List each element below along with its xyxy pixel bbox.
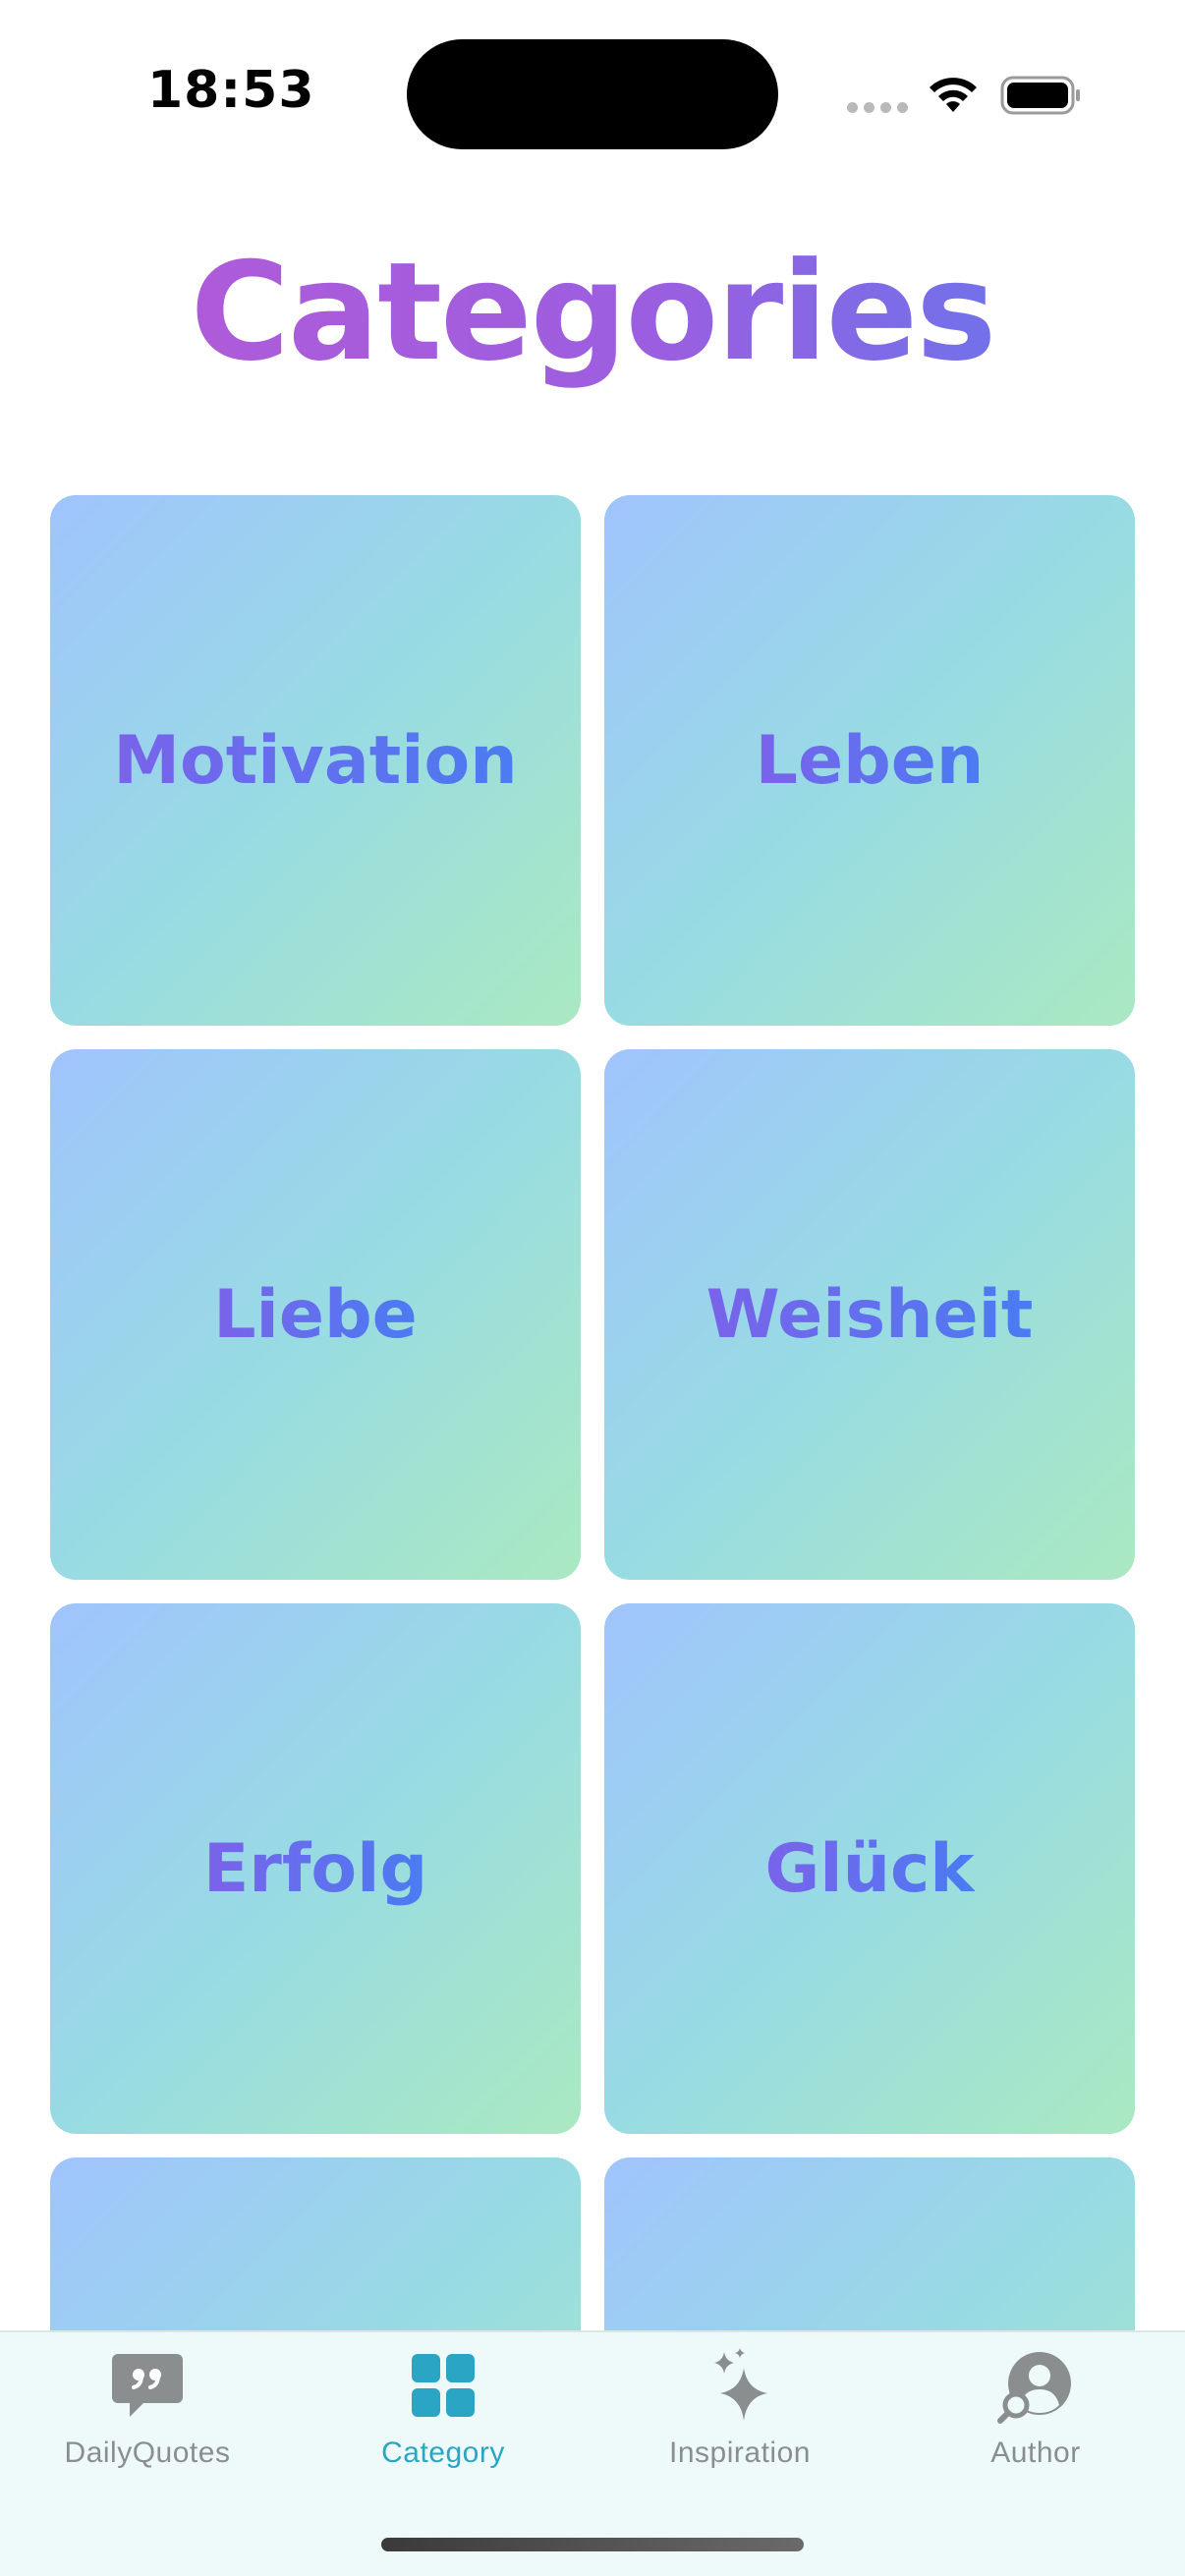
sparkles-icon	[714, 2348, 767, 2421]
tab-label: DailyQuotes	[64, 2436, 231, 2469]
tab-label: Inspiration	[669, 2436, 811, 2469]
tab-dailyquotes[interactable]: DailyQuotes	[0, 2346, 295, 2493]
tab-label: Author	[990, 2436, 1081, 2469]
status-time: 18:53	[147, 61, 315, 120]
category-label: Weisheit	[705, 1275, 1034, 1354]
home-indicator[interactable]	[381, 2538, 804, 2551]
category-label: Motivation	[113, 721, 518, 800]
category-label: Erfolg	[202, 1829, 428, 1908]
person-search-icon	[997, 2352, 1071, 2424]
tab-author[interactable]: Author	[888, 2346, 1183, 2493]
wifi-icon	[930, 78, 977, 112]
grid-icon	[412, 2354, 475, 2417]
category-card-leben[interactable]: Leben	[604, 495, 1135, 1026]
category-label: Glück	[764, 1829, 975, 1908]
tab-label: Category	[381, 2436, 505, 2469]
tab-inspiration[interactable]: Inspiration	[592, 2346, 887, 2493]
page-title: Categories	[0, 234, 1185, 391]
dynamic-island	[407, 39, 778, 149]
category-card-erfolg[interactable]: Erfolg	[50, 1603, 581, 2134]
category-card-glueck[interactable]: Glück	[604, 1603, 1135, 2134]
category-card-liebe[interactable]: Liebe	[50, 1049, 581, 1580]
category-label: Liebe	[213, 1275, 418, 1354]
category-card-weisheit[interactable]: Weisheit	[604, 1049, 1135, 1580]
category-label: Leben	[755, 721, 985, 800]
screen: 18:53 Categories Motivation Leben Liebe …	[0, 0, 1185, 2576]
battery-icon	[1000, 76, 1080, 115]
quote-bubble-icon	[112, 2354, 183, 2417]
cellular-signal-icon	[847, 102, 908, 113]
category-card-motivation[interactable]: Motivation	[50, 495, 581, 1026]
tab-category[interactable]: Category	[296, 2346, 591, 2493]
